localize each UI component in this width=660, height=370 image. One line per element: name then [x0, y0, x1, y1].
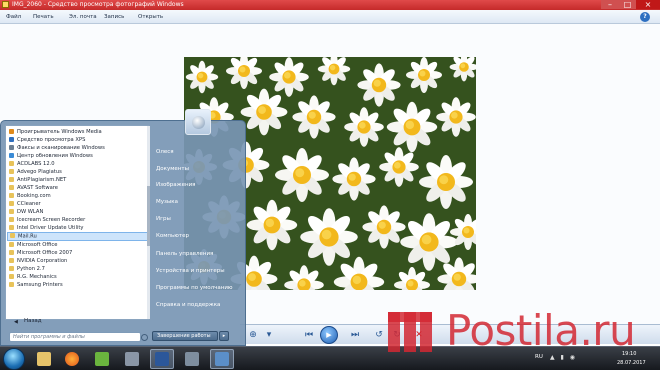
folder-icon [9, 184, 14, 190]
menu-email[interactable]: Эл. почта [69, 10, 97, 24]
right-item-documents[interactable]: Документы [156, 166, 189, 172]
program-item[interactable]: R.G. Mechanics [9, 273, 57, 281]
right-item-control-panel[interactable]: Панель управления [156, 251, 213, 257]
previous-icon[interactable]: ⏮ [302, 329, 316, 341]
programs-list: Проигрыватель Windows Media Средство про… [5, 125, 150, 325]
programs-scrollbar[interactable] [147, 126, 150, 319]
program-item[interactable]: DW WLAN [9, 208, 43, 216]
right-item-pictures[interactable]: Изображения [156, 182, 195, 188]
user-avatar[interactable] [185, 109, 211, 135]
program-item[interactable]: AVAST Software [9, 184, 58, 192]
program-item[interactable]: AntiPlagiarism.NET [9, 176, 66, 184]
program-item[interactable]: Центр обновления Windows [9, 152, 93, 160]
right-item-computer[interactable]: Компьютер [156, 233, 189, 239]
shutdown-options-icon[interactable]: ▸ [219, 331, 229, 341]
program-item[interactable]: Python 2.7 [9, 265, 45, 273]
window-title: IMG_2060 - Средство просмотра фотографий… [12, 1, 184, 8]
next-icon[interactable]: ⏭ [348, 329, 362, 341]
back-button[interactable]: Назад [24, 318, 42, 324]
menu-print[interactable]: Печать [33, 10, 54, 24]
folder-icon [37, 352, 51, 366]
folder-icon [9, 281, 14, 287]
folder-icon [9, 176, 14, 182]
program-item-selected[interactable]: Mail.Ru [7, 232, 148, 241]
start-button[interactable] [3, 348, 25, 370]
help-icon[interactable]: ? [640, 12, 650, 22]
menu-burn[interactable]: Запись [104, 10, 124, 24]
watermark-logo: Postila.ru [378, 300, 660, 360]
folder-icon [9, 192, 14, 198]
folder-icon [9, 216, 14, 222]
folder-icon [9, 208, 14, 214]
close-button[interactable]: × [636, 0, 660, 9]
folder-icon [9, 273, 14, 279]
folder-icon [9, 224, 14, 230]
right-item-music[interactable]: Музыка [156, 199, 178, 205]
search-icon [141, 334, 148, 341]
minimize-button[interactable]: – [601, 0, 619, 9]
program-item[interactable]: NVIDIA Corporation [9, 257, 67, 265]
taskbar-explorer[interactable] [32, 349, 56, 369]
media-player-icon [9, 128, 14, 134]
program-item[interactable]: Advego Plagiatus [9, 168, 62, 176]
photo-viewer-icon [215, 352, 229, 366]
right-item-default-programs[interactable]: Программы по умолчанию [156, 285, 233, 291]
folder-icon [9, 249, 14, 255]
firefox-icon [65, 352, 79, 366]
right-item-help[interactable]: Справка и поддержка [156, 302, 220, 308]
folder-icon [9, 168, 14, 174]
maximize-button[interactable]: □ [619, 0, 636, 9]
program-item[interactable]: Microsoft Office [9, 241, 57, 249]
window-icon [185, 352, 199, 366]
program-item[interactable]: Intel Driver Update Utility [9, 224, 83, 232]
program-item[interactable]: CCleaner [9, 200, 41, 208]
folder-icon [9, 200, 14, 206]
taskbar-word[interactable] [150, 349, 174, 369]
taskbar-app[interactable] [180, 349, 204, 369]
program-item[interactable]: Факсы и сканирование Windows [9, 144, 105, 152]
word-icon [155, 352, 169, 366]
start-menu: Проигрыватель Windows Media Средство про… [0, 120, 246, 346]
back-arrow-icon: ◀ [14, 319, 18, 325]
program-item[interactable]: Средство просмотра XPS [9, 136, 85, 144]
clock-date[interactable]: 28.07.2017 [617, 360, 646, 366]
folder-icon [10, 233, 15, 238]
watermark-logo-mark [388, 312, 432, 352]
program-item[interactable]: ACDLABS 12.0 [9, 160, 55, 168]
fax-icon [9, 144, 14, 150]
program-item[interactable]: Samsung Printers [9, 281, 63, 289]
zoom-icon[interactable]: ⊕ [246, 329, 260, 341]
window-icon [125, 352, 139, 366]
folder-icon [9, 241, 14, 247]
right-item-devices[interactable]: Устройства и принтеры [156, 268, 225, 274]
program-item[interactable]: Проигрыватель Windows Media [9, 128, 102, 136]
chevron-down-icon[interactable]: ▾ [262, 329, 276, 341]
window-titlebar: IMG_2060 - Средство просмотра фотографий… [0, 0, 660, 10]
taskbar-utorrent[interactable] [90, 349, 114, 369]
program-item[interactable]: Icecream Screen Recorder [9, 216, 85, 224]
photo-viewer-icon [2, 1, 9, 8]
xps-viewer-icon [9, 136, 14, 142]
menu-open[interactable]: Открыть [138, 10, 163, 24]
watermark-text: Postila.ru [446, 306, 636, 355]
program-item[interactable]: Booking.com [9, 192, 51, 200]
menu-bar: Файл Печать Эл. почта Запись Открыть ? [0, 10, 660, 24]
taskbar-photo-viewer[interactable] [210, 349, 234, 369]
folder-icon [9, 265, 14, 271]
taskbar-firefox[interactable] [60, 349, 84, 369]
menu-file[interactable]: Файл [6, 10, 21, 24]
program-item[interactable]: Microsoft Office 2007 [9, 249, 72, 257]
folder-icon [9, 257, 14, 263]
scrollbar-thumb[interactable] [147, 186, 150, 246]
taskbar-app[interactable] [120, 349, 144, 369]
update-icon [9, 152, 14, 158]
right-item-user[interactable]: Олеся [156, 149, 174, 155]
search-input[interactable]: Найти программы и файлы [9, 332, 148, 342]
slideshow-button[interactable]: ▶ [320, 326, 338, 344]
shutdown-button[interactable]: Завершение работы [152, 331, 218, 341]
right-item-games[interactable]: Игры [156, 216, 171, 222]
utorrent-icon [95, 352, 109, 366]
folder-icon [9, 160, 14, 166]
